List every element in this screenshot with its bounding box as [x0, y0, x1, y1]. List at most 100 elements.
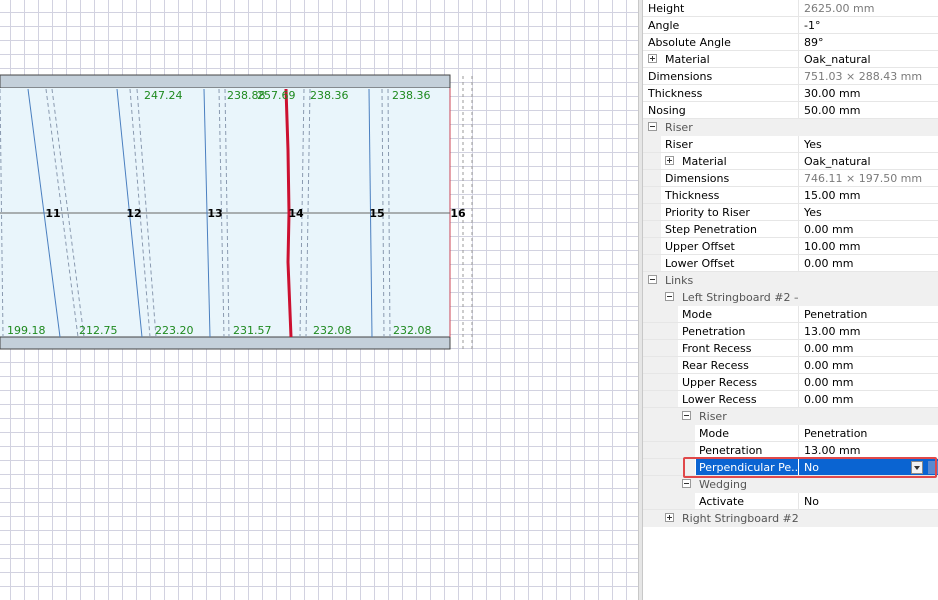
property-name: Riser: [699, 410, 727, 423]
expand-icon[interactable]: [665, 513, 674, 522]
property-value[interactable]: 0.00 mm: [798, 340, 938, 357]
property-value[interactable]: 751.03 × 288.43 mm: [798, 68, 938, 85]
property-row-mode[interactable]: Mode Penetration: [643, 425, 938, 442]
property-row-thickness[interactable]: Thickness 15.00 mm: [643, 187, 938, 204]
bottom-dimension-label: 199.18: [7, 324, 46, 337]
highlight-box: [683, 457, 937, 478]
property-value[interactable]: 746.11 × 197.50 mm: [798, 170, 938, 187]
row-gutter: [643, 493, 695, 510]
category-riser[interactable]: Riser: [643, 408, 938, 425]
property-row-mode[interactable]: Mode Penetration: [643, 306, 938, 323]
property-row-upper-recess[interactable]: Upper Recess 0.00 mm: [643, 374, 938, 391]
row-gutter: [643, 510, 661, 527]
top-dimension-label: 238.88: [227, 89, 266, 102]
property-row-absolute-angle[interactable]: Absolute Angle 89°: [643, 34, 938, 51]
property-row-height[interactable]: Height 2625.00 mm: [643, 0, 938, 17]
property-row-riser[interactable]: Riser Yes: [643, 136, 938, 153]
property-row-nosing[interactable]: Nosing 50.00 mm: [643, 102, 938, 119]
property-name: Thickness: [648, 87, 703, 100]
bottom-dimension-label: 232.08: [313, 324, 352, 337]
property-value[interactable]: 0.00 mm: [798, 255, 938, 272]
collapse-icon[interactable]: [648, 122, 657, 131]
property-value[interactable]: Yes: [798, 136, 938, 153]
property-value[interactable]: -1°: [798, 17, 938, 34]
property-row-rear-recess[interactable]: Rear Recess 0.00 mm: [643, 357, 938, 374]
property-row-dimensions[interactable]: Dimensions 746.11 × 197.50 mm: [643, 170, 938, 187]
step-number: 14: [288, 207, 304, 220]
stair-plan[interactable]: 11 12 13 14 15 16257.69247.24 238.88 238.36 238.…: [0, 0, 638, 600]
property-row-angle[interactable]: Angle -1°: [643, 17, 938, 34]
expand-icon[interactable]: [648, 54, 657, 63]
row-gutter: [643, 476, 678, 493]
property-row-thickness[interactable]: Thickness 30.00 mm: [643, 85, 938, 102]
top-stringboard[interactable]: [0, 74, 451, 89]
category-riser[interactable]: Riser: [643, 119, 938, 136]
property-value[interactable]: 89°: [798, 34, 938, 51]
property-name: Riser: [665, 138, 693, 151]
property-row-dimensions[interactable]: Dimensions 751.03 × 288.43 mm: [643, 68, 938, 85]
category-right-stringboard-2-flight-2[interactable]: Right Stringboard #2 – Flight #2: [643, 510, 938, 527]
property-name: Priority to Riser: [665, 206, 750, 219]
property-row-priority-to-riser[interactable]: Priority to Riser Yes: [643, 204, 938, 221]
property-value[interactable]: Oak_natural: [798, 153, 938, 170]
property-name: Activate: [699, 495, 745, 508]
property-value[interactable]: 15.00 mm: [798, 187, 938, 204]
property-value[interactable]: No: [798, 493, 938, 510]
row-gutter: [643, 204, 661, 221]
property-value[interactable]: 2625.00 mm: [798, 0, 938, 17]
properties-panel: Height 2625.00 mm Angle -1° Absolute Angle 89…: [643, 0, 938, 600]
property-value[interactable]: 50.00 mm: [798, 102, 938, 119]
property-value[interactable]: 10.00 mm: [798, 238, 938, 255]
bottom-stringboard[interactable]: [0, 336, 451, 350]
property-name: Height: [648, 2, 685, 15]
property-value[interactable]: Penetration: [798, 425, 938, 442]
property-value[interactable]: Oak_natural: [798, 51, 938, 68]
property-name: Lower Offset: [665, 257, 735, 270]
row-gutter: [643, 238, 661, 255]
collapse-icon[interactable]: [682, 411, 691, 420]
property-value[interactable]: Penetration: [798, 306, 938, 323]
property-row-lower-recess[interactable]: Lower Recess 0.00 mm: [643, 391, 938, 408]
property-name: Material: [682, 155, 727, 168]
row-gutter: [643, 289, 661, 306]
property-value[interactable]: Yes: [798, 204, 938, 221]
property-value[interactable]: 0.00 mm: [798, 374, 938, 391]
property-name: Left Stringboard #2 – Flight #2: [682, 291, 798, 304]
property-row-penetration[interactable]: Penetration 13.00 mm: [643, 323, 938, 340]
property-name: Right Stringboard #2 – Flight #2: [682, 512, 798, 525]
property-value[interactable]: 0.00 mm: [798, 391, 938, 408]
property-row-activate[interactable]: Activate No: [643, 493, 938, 510]
property-row-material[interactable]: Material Oak_natural: [643, 153, 938, 170]
row-gutter: [643, 170, 661, 187]
top-dimension-label: 238.36: [392, 89, 431, 102]
category-left-stringboard-2-flight-2[interactable]: Left Stringboard #2 – Flight #2: [643, 289, 938, 306]
bottom-dimension-label: 212.75: [79, 324, 118, 337]
property-value[interactable]: 0.00 mm: [798, 221, 938, 238]
property-name: Dimensions: [665, 172, 730, 185]
property-name: Riser: [665, 121, 693, 134]
step-number: 16: [450, 207, 466, 220]
step-number: 15: [369, 207, 384, 220]
category-links[interactable]: Links: [643, 272, 938, 289]
property-row-step-penetration[interactable]: Step Penetration 0.00 mm: [643, 221, 938, 238]
collapse-icon[interactable]: [682, 479, 691, 488]
property-row-material[interactable]: Material Oak_natural: [643, 51, 938, 68]
drawing-canvas[interactable]: 11 12 13 14 15 16 257.69 247.24 238.88 238.36 238.…: [0, 0, 638, 600]
step-number: 12: [126, 207, 141, 220]
row-gutter: [643, 374, 678, 391]
expand-icon[interactable]: [665, 156, 674, 165]
property-value[interactable]: 0.00 mm: [798, 357, 938, 374]
property-value[interactable]: 30.00 mm: [798, 85, 938, 102]
property-row-lower-offset[interactable]: Lower Offset 0.00 mm: [643, 255, 938, 272]
property-row-upper-offset[interactable]: Upper Offset 10.00 mm: [643, 238, 938, 255]
row-gutter: [643, 255, 661, 272]
collapse-icon[interactable]: [665, 292, 674, 301]
category-wedging[interactable]: Wedging: [643, 476, 938, 493]
property-name: Upper Offset: [665, 240, 735, 253]
property-row-front-recess[interactable]: Front Recess 0.00 mm: [643, 340, 938, 357]
bottom-dimension-label: 223.20: [155, 324, 194, 337]
property-value[interactable]: 13.00 mm: [798, 323, 938, 340]
property-name: Upper Recess: [682, 376, 757, 389]
step-number: 11: [45, 207, 60, 220]
collapse-icon[interactable]: [648, 275, 657, 284]
